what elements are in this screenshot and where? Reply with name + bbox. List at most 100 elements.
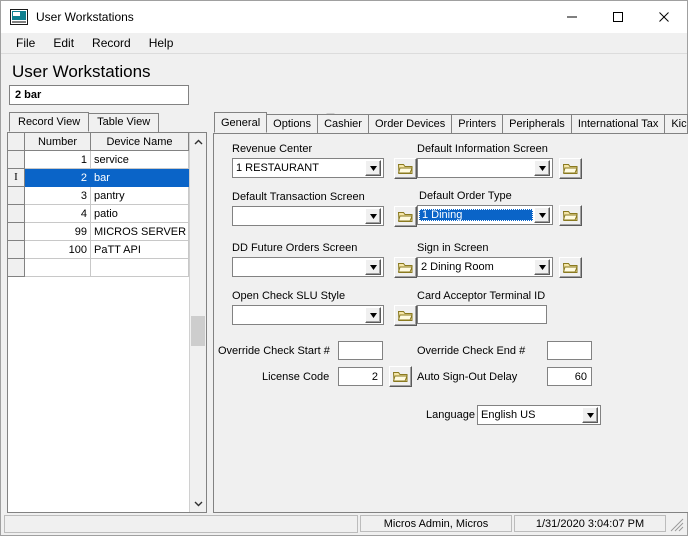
records-scrollbar[interactable] [189, 133, 206, 512]
row-selector[interactable] [8, 205, 25, 223]
tab-record-view[interactable]: Record View [9, 112, 90, 132]
label-language: Language [426, 409, 475, 421]
tab-options[interactable]: Options [266, 114, 319, 133]
chevron-down-icon[interactable] [534, 259, 550, 275]
close-icon[interactable] [641, 1, 687, 33]
label-sign-in-screen: Sign in Screen [417, 242, 489, 254]
view-tabs: Record View Table View [7, 112, 207, 132]
column-header-device-name[interactable]: Device Name [91, 133, 189, 151]
chevron-down-icon[interactable] [365, 259, 381, 275]
revenue-center-browse-button[interactable] [394, 158, 417, 179]
cell-device-name[interactable]: pantry [91, 187, 189, 205]
table-row[interactable]: I 2 bar [8, 169, 189, 187]
row-selector[interactable] [8, 259, 25, 277]
label-card-acceptor-terminal-id: Card Acceptor Terminal ID [417, 290, 546, 302]
row-selector[interactable] [8, 151, 25, 169]
tab-order-devices[interactable]: Order Devices [367, 114, 453, 133]
dd-future-orders-screen-browse-button[interactable] [394, 257, 417, 278]
label-revenue-center: Revenue Center [232, 143, 313, 155]
license-code-input[interactable]: 2 [338, 367, 383, 386]
table-row[interactable]: 99 MICROS SERVER [8, 223, 189, 241]
cell-number[interactable]: 2 [25, 169, 91, 187]
property-tabs: General Options Cashier Order Devices Pr… [213, 112, 688, 133]
cell-device-name[interactable]: patio [91, 205, 189, 223]
current-record-field[interactable]: 2 bar [9, 85, 189, 105]
records-grid: Number Device Name 1 service I 2 bar 3 p… [8, 133, 189, 512]
minimize-icon[interactable] [549, 1, 595, 33]
row-selector[interactable] [8, 241, 25, 259]
cell-number[interactable]: 4 [25, 205, 91, 223]
chevron-down-icon[interactable] [534, 160, 550, 176]
override-check-start-input[interactable] [338, 341, 383, 360]
label-license-code: License Code [262, 371, 330, 383]
table-row[interactable]: 1 service [8, 151, 189, 169]
cell-number[interactable]: 99 [25, 223, 91, 241]
open-check-slu-style-browse-button[interactable] [394, 305, 417, 326]
tab-peripherals[interactable]: Peripherals [502, 114, 572, 133]
menu-record[interactable]: Record [83, 34, 140, 52]
cell-number[interactable] [25, 259, 91, 277]
default-order-type-browse-button[interactable] [559, 205, 582, 226]
cell-number[interactable]: 1 [25, 151, 91, 169]
override-check-end-input[interactable] [547, 341, 592, 360]
resize-gripper-icon[interactable] [668, 515, 684, 532]
language-combo[interactable]: English US [477, 405, 601, 425]
sign-in-screen-combo[interactable]: 2 Dining Room [417, 257, 553, 277]
tab-printers[interactable]: Printers [451, 114, 504, 133]
window-title: User Workstations [36, 10, 134, 24]
language-value: English US [481, 409, 536, 421]
tab-table-view[interactable]: Table View [88, 113, 160, 132]
label-default-information-screen: Default Information Screen [417, 143, 548, 155]
table-row[interactable]: 3 pantry [8, 187, 189, 205]
card-acceptor-terminal-id-input[interactable] [417, 305, 547, 324]
chevron-down-icon[interactable] [365, 208, 381, 224]
menu-help[interactable]: Help [140, 34, 183, 52]
table-row[interactable]: 100 PaTT API [8, 241, 189, 259]
column-header-number[interactable]: Number [25, 133, 91, 151]
default-information-screen-combo[interactable] [417, 158, 553, 178]
table-row-empty[interactable] [8, 259, 189, 277]
table-row[interactable]: 4 patio [8, 205, 189, 223]
chevron-down-icon[interactable] [534, 207, 550, 223]
revenue-center-combo[interactable]: 1 RESTAURANT [232, 158, 384, 178]
cell-device-name[interactable] [91, 259, 189, 277]
sign-in-screen-browse-button[interactable] [559, 257, 582, 278]
row-selector[interactable] [8, 187, 25, 205]
cell-device-name[interactable]: PaTT API [91, 241, 189, 259]
open-check-slu-style-combo[interactable] [232, 305, 384, 325]
default-transaction-screen-browse-button[interactable] [394, 206, 417, 227]
chevron-down-icon[interactable] [582, 407, 598, 423]
page-title: User Workstations [12, 62, 151, 81]
scroll-up-icon[interactable] [190, 133, 206, 150]
tab-general[interactable]: General [214, 112, 268, 133]
chevron-down-icon[interactable] [365, 307, 381, 323]
cell-device-name[interactable]: MICROS SERVER [91, 223, 189, 241]
cell-device-name[interactable]: service [91, 151, 189, 169]
license-code-browse-button[interactable] [389, 366, 412, 387]
menu-edit[interactable]: Edit [44, 34, 83, 52]
tab-international-tax[interactable]: International Tax [570, 114, 666, 133]
auto-sign-out-delay-input[interactable]: 60 [547, 367, 592, 386]
cell-device-name[interactable]: bar [91, 169, 189, 187]
tab-cashier[interactable]: Cashier [317, 114, 369, 133]
text-cursor-icon: I [14, 171, 18, 183]
right-pane: General Options Cashier Order Devices Pr… [213, 112, 688, 513]
scroll-down-icon[interactable] [190, 495, 206, 512]
maximize-icon[interactable] [595, 1, 641, 33]
scrollbar-thumb[interactable] [191, 315, 205, 346]
scrollbar-track[interactable] [190, 150, 206, 495]
row-selector[interactable] [8, 223, 25, 241]
dd-future-orders-screen-combo[interactable] [232, 257, 384, 277]
cell-number[interactable]: 100 [25, 241, 91, 259]
default-order-type-value: 1 Dining [419, 209, 533, 221]
title-bar: User Workstations [1, 1, 687, 33]
cell-number[interactable]: 3 [25, 187, 91, 205]
sign-in-screen-value: 2 Dining Room [421, 261, 494, 273]
menu-file[interactable]: File [7, 34, 44, 52]
default-transaction-screen-combo[interactable] [232, 206, 384, 226]
default-order-type-combo[interactable]: 1 Dining [417, 205, 553, 225]
tab-kitchen[interactable]: Kic [664, 114, 688, 133]
row-selector[interactable]: I [8, 169, 25, 187]
chevron-down-icon[interactable] [365, 160, 381, 176]
default-information-screen-browse-button[interactable] [559, 158, 582, 179]
